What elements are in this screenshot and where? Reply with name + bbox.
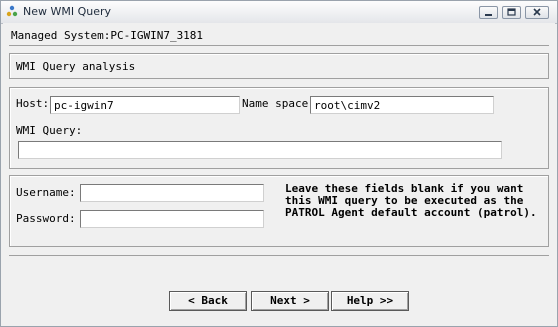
query-group: Host: Name space: WMI Query: (9, 87, 549, 169)
namespace-label: Name space: (242, 97, 315, 110)
footer-divider (9, 255, 549, 256)
managed-system-label: Managed System:PC-IGWIN7_3181 (11, 29, 204, 42)
host-label: Host: (16, 97, 50, 110)
maximize-button[interactable] (502, 6, 521, 19)
username-input[interactable] (80, 184, 264, 202)
minimize-button[interactable] (479, 6, 498, 19)
bmc-patrol-icon (6, 5, 18, 17)
host-input[interactable] (50, 96, 240, 114)
credentials-hint: Leave these fields blank if you want thi… (285, 182, 537, 219)
section-title-box: WMI Query analysis (9, 53, 549, 79)
close-icon (533, 8, 541, 16)
next-button[interactable]: Next > (251, 291, 329, 311)
password-input[interactable] (80, 210, 264, 228)
maximize-icon (507, 8, 516, 16)
help-button[interactable]: Help >> (331, 291, 409, 311)
dialog-content: Managed System:PC-IGWIN7_3181 WMI Query … (3, 23, 555, 324)
back-button[interactable]: < Back (169, 291, 247, 311)
header-divider (9, 45, 549, 46)
namespace-input[interactable] (310, 96, 494, 114)
title-bar: New WMI Query (1, 1, 557, 24)
minimize-icon (485, 14, 492, 16)
wmi-query-input[interactable] (18, 141, 502, 159)
window-title: New WMI Query (23, 5, 112, 18)
password-label: Password: (16, 212, 76, 225)
wmi-query-label: WMI Query: (16, 124, 83, 137)
username-label: Username: (16, 186, 76, 199)
section-title: WMI Query analysis (16, 60, 136, 73)
wmi-query-window: New WMI Query Managed System:PC-IGWIN7_3… (0, 0, 558, 327)
close-button[interactable] (525, 6, 549, 19)
